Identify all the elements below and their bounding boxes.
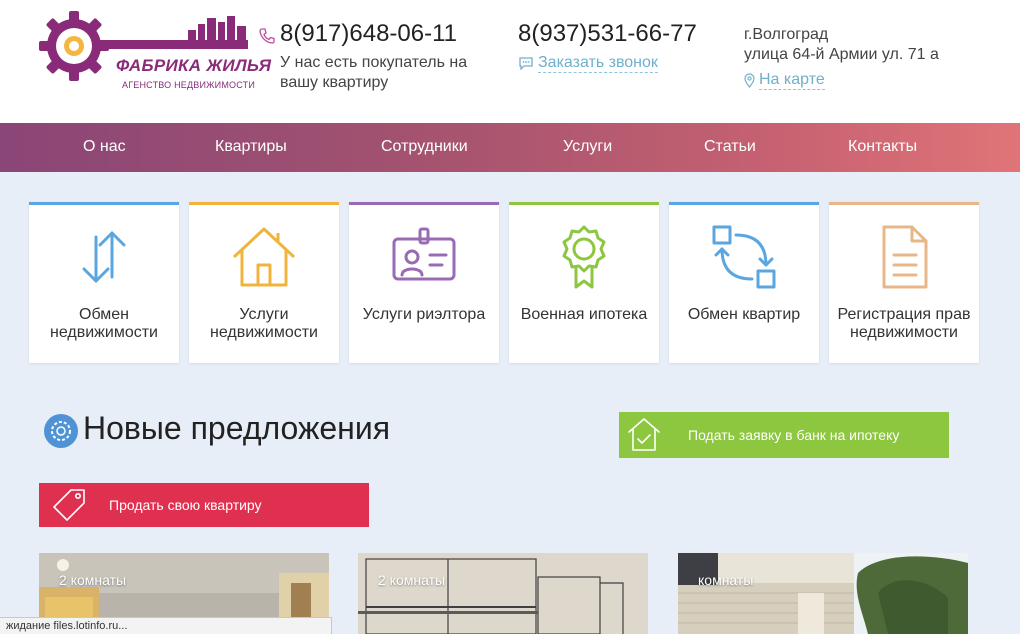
- nav-item-about[interactable]: О нас: [83, 138, 126, 156]
- address-city: г.Волгоград: [744, 26, 829, 43]
- address-street: улица 64-й Армии ул. 71 а: [744, 46, 939, 63]
- service-card-property-registration[interactable]: Регистрация прав недвижимости: [829, 202, 979, 363]
- phone-number-1[interactable]: 8(917)648-06-11: [280, 20, 457, 48]
- map-pin-icon: [744, 73, 755, 88]
- award-badge-icon: [562, 225, 606, 289]
- sell-apartment-button[interactable]: Продать свою квартиру: [39, 483, 369, 527]
- listing-card[interactable]: комнаты: [678, 553, 968, 634]
- listing-floor-plan: [358, 553, 648, 634]
- main-nav: О нас Квартиры Сотрудники Услуги Статьи …: [0, 123, 1020, 172]
- logo-title: ФАБРИКА ЖИЛЬЯ: [116, 56, 272, 75]
- service-card-realtor-services[interactable]: Услуги риэлтора: [349, 202, 499, 363]
- buyer-tagline: У нас есть покупатель на вашу квартиру: [280, 54, 468, 91]
- site-logo[interactable]: ФАБРИКА ЖИЛЬЯ АГЕНСТВО НЕДВИЖИМОСТИ: [38, 8, 271, 98]
- service-card-label: Регистрация прав недвижимости: [837, 306, 971, 341]
- service-card-property-exchange[interactable]: Обмен недвижимости: [29, 202, 179, 363]
- service-card-realty-services[interactable]: Услуги недвижимости: [189, 202, 339, 363]
- house-check-icon: [628, 418, 660, 451]
- service-card-label: Обмен недвижимости: [50, 306, 158, 341]
- service-card-label: Военная ипотека: [520, 306, 648, 323]
- logo-subtitle: АГЕНСТВО НЕДВИЖИМОСТИ: [122, 80, 255, 90]
- nav-item-services[interactable]: Услуги: [563, 138, 612, 156]
- house-icon: [232, 227, 296, 287]
- exchange-arrows-icon: [82, 231, 126, 283]
- site-header: ФАБРИКА ЖИЛЬЯ АГЕНСТВО НЕДВИЖИМОСТИ 8(91…: [0, 0, 1020, 123]
- nav-item-staff[interactable]: Сотрудники: [381, 138, 468, 156]
- swap-squares-icon: [712, 225, 776, 289]
- phone-icon: [259, 28, 275, 44]
- browser-status-bar: жидание files.lotinfo.ru...: [0, 617, 332, 634]
- listing-photo: [678, 553, 968, 634]
- listing-rooms-label: 2 комнаты: [378, 572, 446, 588]
- listing-rooms-label: комнаты: [698, 572, 754, 588]
- nav-item-articles[interactable]: Статьи: [704, 138, 756, 156]
- listing-card[interactable]: 2 комнаты: [358, 553, 648, 634]
- phone-number-2[interactable]: 8(937)531-66-77: [518, 20, 697, 48]
- order-callback-link[interactable]: Заказать звонок: [538, 53, 658, 73]
- nav-item-contacts[interactable]: Контакты: [848, 138, 917, 156]
- sell-button-label: Продать свою квартиру: [109, 497, 262, 513]
- section-title-new-offers: Новые предложения: [83, 410, 391, 446]
- mortgage-application-button[interactable]: Подать заявку в банк на ипотеку: [619, 412, 949, 458]
- listing-rooms-label: 2 комнаты: [59, 572, 127, 588]
- mortgage-button-label: Подать заявку в банк на ипотеку: [688, 427, 900, 443]
- service-card-apartment-exchange[interactable]: Обмен квартир: [669, 202, 819, 363]
- document-icon: [882, 225, 928, 289]
- chat-bubble-icon: [519, 57, 533, 70]
- id-card-icon: [392, 227, 456, 281]
- nav-item-apartments[interactable]: Квартиры: [215, 138, 287, 156]
- gear-badge-icon: [44, 414, 78, 448]
- service-card-label: Услуги недвижимости: [210, 306, 318, 341]
- map-link[interactable]: На карте: [759, 70, 825, 90]
- service-card-military-mortgage[interactable]: Военная ипотека: [509, 202, 659, 363]
- service-card-label: Услуги риэлтора: [362, 306, 486, 323]
- price-tag-icon: [53, 489, 85, 521]
- service-card-label: Обмен квартир: [687, 306, 801, 323]
